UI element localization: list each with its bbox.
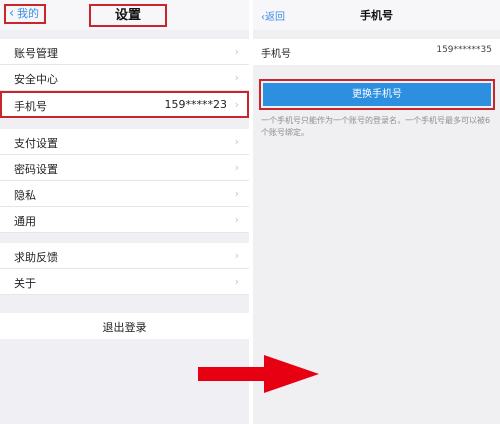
settings-item-payment[interactable]: 支付设置 ›	[0, 129, 249, 155]
change-phone-highlight: 更换手机号	[259, 79, 495, 110]
chevron-right-icon: ›	[234, 45, 239, 58]
chevron-right-icon: ›	[234, 187, 239, 200]
page-title: 设置	[114, 8, 141, 23]
chevron-right-icon: ›	[234, 98, 239, 111]
logout-button[interactable]: 退出登录	[0, 313, 249, 339]
settings-item-general[interactable]: 通用 ›	[0, 207, 249, 233]
settings-item-label: 安全中心	[14, 73, 58, 86]
chevron-left-icon: ‹	[9, 6, 15, 21]
settings-item-about[interactable]: 关于 ›	[0, 269, 249, 295]
settings-item-label: 支付设置	[14, 137, 58, 150]
settings-screen: ‹ 我的 设置 账号管理 › 安全中心 › 手机号 159*****23 › 支…	[0, 0, 249, 424]
chevron-right-icon: ›	[234, 71, 239, 84]
page-title: 手机号	[360, 9, 393, 22]
settings-item-label: 通用	[14, 215, 36, 228]
settings-item-label: 账号管理	[14, 47, 58, 60]
logout-label: 退出登录	[102, 321, 147, 334]
arrow-right-icon-head	[264, 355, 319, 393]
chevron-right-icon: ›	[234, 161, 239, 174]
chevron-right-icon: ›	[234, 249, 239, 262]
settings-item-password[interactable]: 密码设置 ›	[0, 155, 249, 181]
settings-item-label: 手机号	[14, 100, 47, 113]
chevron-right-icon: ›	[234, 213, 239, 226]
phone-value: 159******35	[436, 45, 492, 55]
arrow-right-icon	[198, 367, 266, 381]
settings-item-security[interactable]: 安全中心 ›	[0, 65, 249, 91]
settings-item-help[interactable]: 求助反馈 ›	[0, 243, 249, 269]
current-phone-row: 手机号 159******35	[253, 39, 500, 65]
back-label: 我的	[17, 7, 39, 20]
phone-value: 159*****23	[164, 98, 228, 111]
back-button[interactable]: ‹ 我的	[4, 4, 46, 24]
settings-item-label: 隐私	[14, 189, 36, 202]
change-phone-button[interactable]: 更换手机号	[263, 83, 491, 106]
settings-item-label: 密码设置	[14, 163, 58, 176]
chevron-right-icon: ›	[234, 135, 239, 148]
chevron-right-icon: ›	[234, 275, 239, 288]
page-title-box: 设置	[89, 4, 167, 27]
settings-item-privacy[interactable]: 隐私 ›	[0, 181, 249, 207]
binding-hint-text: 一个手机号只能作为一个账号的登录名，一个手机号最多可以被6个账号绑定。	[261, 116, 491, 137]
settings-item-account[interactable]: 账号管理 ›	[0, 39, 249, 65]
phone-header: ‹返回 手机号	[253, 0, 500, 30]
settings-item-label: 关于	[14, 277, 36, 290]
settings-item-phone[interactable]: 手机号 159*****23 ›	[0, 91, 249, 118]
settings-header: ‹ 我的 设置	[0, 0, 249, 30]
phone-label: 手机号	[261, 49, 291, 60]
settings-item-label: 求助反馈	[14, 251, 58, 264]
